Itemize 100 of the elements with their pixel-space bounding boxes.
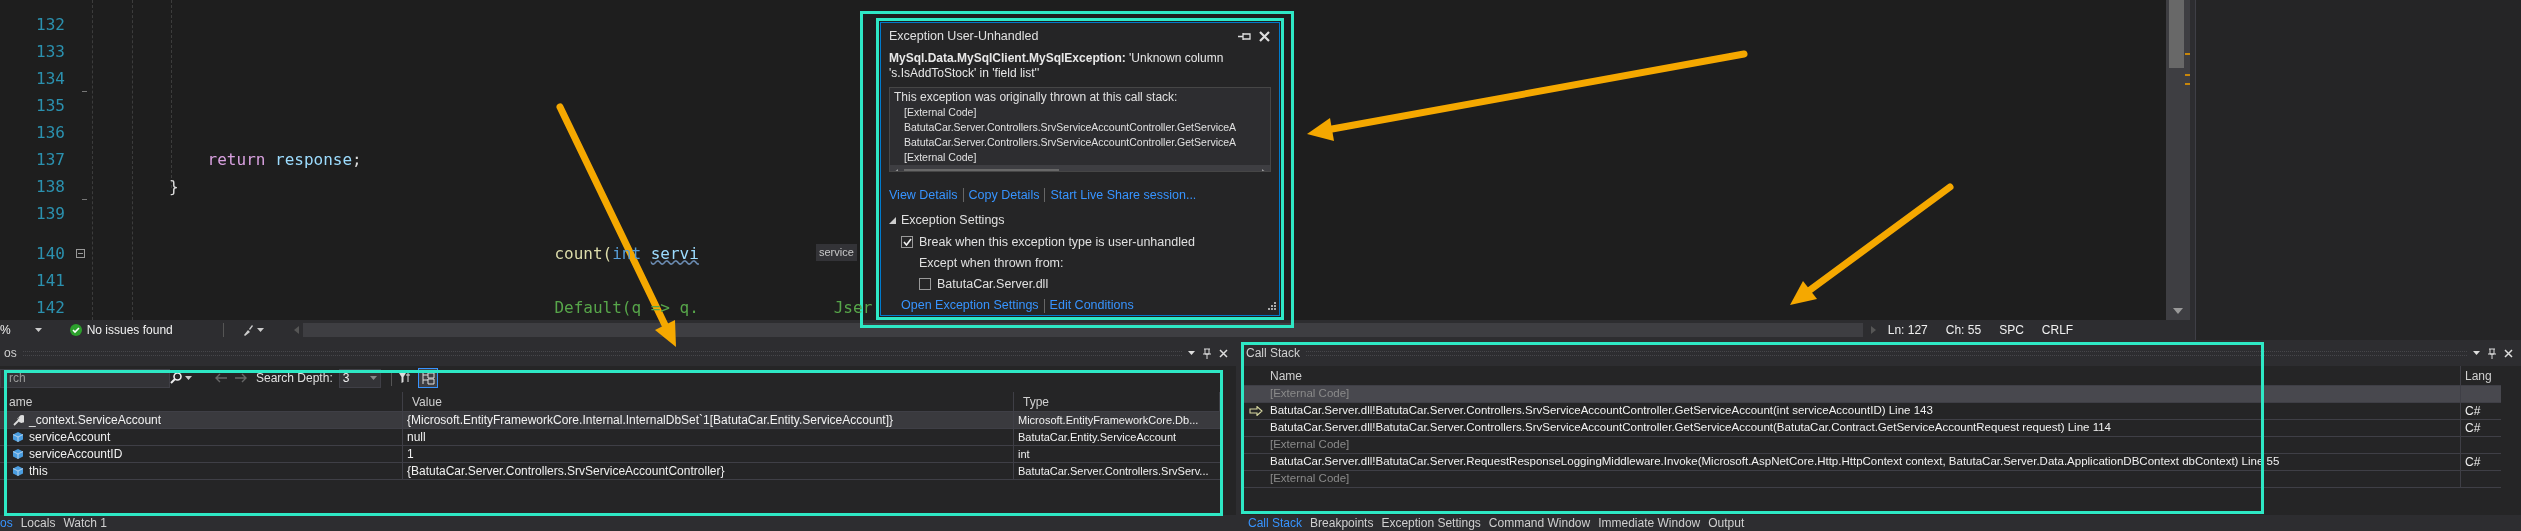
wrench-icon [12, 414, 24, 426]
table-cell-text: this [29, 463, 48, 480]
table-cell-text: {BatutaCar.Server.Controllers.SrvServiceAccountController} [407, 463, 725, 480]
scroll-marker [2185, 74, 2190, 76]
code-line: return response; [207, 148, 362, 171]
zoom-level[interactable]: % [0, 321, 11, 339]
status-text: Ln: 127 [1887, 322, 1928, 339]
line-number: 137 [35, 148, 65, 171]
resize-grip-icon[interactable] [1266, 302, 1276, 312]
stack-line: [External Code] [904, 149, 977, 165]
table-cell-text: [External Code] [1270, 437, 1350, 453]
table-icon [420, 371, 435, 385]
collapse-icon[interactable] [76, 249, 85, 258]
line-number: 134 [35, 67, 65, 90]
scrollbar[interactable] [302, 323, 1863, 337]
table-row[interactable]: this {BatutaCar.Server.Controllers.SrvServiceAccountController} BatutaCar.Server.Controllers.SrvServ... [0, 463, 1220, 480]
line-number: 140 [35, 242, 65, 265]
dropdown-icon[interactable] [2473, 351, 2480, 355]
table-cell-text: C# [2465, 420, 2481, 437]
pin-icon[interactable] [1203, 347, 1211, 359]
scroll-marker [2185, 83, 2190, 85]
table-cell-text: BatutaCar.Server.dll!BatutaCar.Server.Controllers.SrvServiceAccountController.GetServiceAccount(int serviceAccountID) Line 143 [1270, 403, 1933, 419]
stack-intro: This exception was originally thrown at this call stack: [894, 89, 1178, 105]
tab[interactable]: Call Stack [1248, 514, 1303, 531]
table-cell-text: 1 [407, 446, 414, 463]
stack-line: BatutaCar.Server.Controllers.SrvServiceAccountController.GetServiceA [904, 119, 1237, 135]
table-cell: Microsoft.EntityFrameworkCore.Db... [1018, 412, 1199, 428]
table-cell-text: C# [2465, 403, 2481, 420]
dropdown-icon [369, 376, 377, 380]
table-row[interactable]: serviceAccountID 1 int [0, 446, 1220, 463]
checkbox[interactable]: BatutaCar.Server.dll [919, 274, 1271, 294]
table-row[interactable]: BatutaCar.Server.dll!BatutaCar.Server.Controllers.SrvServiceAccountController.GetServiceAccount(int serviceAccountID) Line 143 C# [1242, 403, 2501, 420]
pin-icon[interactable] [2488, 347, 2496, 359]
status-text: Ch: 55 [1945, 322, 1982, 339]
tab[interactable]: Output [1708, 514, 1745, 531]
line-number: 132 [35, 13, 65, 36]
search-icon[interactable] [170, 372, 182, 384]
scroll-marker [2185, 53, 2190, 55]
close-icon[interactable] [2504, 348, 2513, 358]
table-cell: int [1018, 446, 1030, 462]
pin-icon[interactable] [1238, 31, 1251, 41]
link[interactable]: Start Live Share session... [1050, 185, 1197, 205]
column-header[interactable]: Value [403, 392, 1014, 411]
scroll-thumb[interactable] [2169, 0, 2184, 68]
dropdown-icon[interactable] [34, 328, 42, 332]
check-icon [69, 324, 82, 336]
table-cell-text: serviceAccount [29, 429, 111, 446]
table-cell-text: _context.ServiceAccount [29, 412, 162, 429]
label: Except when thrown from: [919, 254, 1064, 272]
table-cell-text: serviceAccountID [29, 446, 123, 463]
table-row[interactable]: _context.ServiceAccount {Microsoft.EntityFrameworkCore.Internal.InternalDbSet`1[BatutaCar.Entity.ServiceAccount]} Microsoft.EntityFrameworkCore.Db... [0, 412, 1220, 429]
table-cell-text: {Microsoft.EntityFrameworkCore.Internal.InternalDbSet`1[BatutaCar.Entity.ServiceAccount]} [407, 412, 893, 429]
tab[interactable]: Exception Settings [1381, 514, 1481, 531]
popup-title: Exception User-Unhandled [889, 28, 1040, 46]
line-number: 141 [35, 269, 65, 292]
close-icon[interactable] [1259, 30, 1270, 42]
column-header[interactable]: Name [1242, 366, 2461, 385]
tab[interactable]: Watch 1 [63, 514, 107, 531]
forward-icon[interactable] [234, 373, 248, 383]
table-row[interactable]: [External Code] [1242, 437, 2501, 454]
code-line: } [169, 175, 179, 198]
link[interactable]: Edit Conditions [1049, 296, 1134, 315]
column-header[interactable]: Lang [2461, 366, 2501, 385]
link[interactable]: Open Exception Settings [901, 296, 1039, 315]
table-row[interactable]: BatutaCar.Server.dll!BatutaCar.Server.Controllers.SrvServiceAccountController.GetServiceAccount(BatutaCar.Contract.GetServiceAccountRequest request) Line 114 C# [1242, 420, 2501, 437]
collapse-triangle-icon[interactable] [889, 217, 896, 225]
tab[interactable]: Command Window [1488, 514, 1591, 531]
line-number: 136 [35, 121, 65, 144]
tab[interactable]: Locals [20, 514, 56, 531]
exception-message: MySql.Data.MySqlClient.MySqlException: 'Unknown column 's.IsAddToStock' in 'field list'' [889, 50, 1225, 81]
table-row[interactable]: serviceAccount null BatutaCar.Entity.ServiceAccount [0, 429, 1220, 446]
tab[interactable]: Immediate Window [1598, 514, 1701, 531]
brush-icon[interactable] [241, 324, 254, 336]
dropdown-icon[interactable] [1188, 351, 1195, 355]
table-row[interactable]: [External Code] [1242, 471, 2501, 488]
column-header[interactable]: Type [1014, 392, 1220, 411]
check-icon [902, 238, 912, 247]
parameter-hint: service [816, 244, 857, 261]
dropdown-icon[interactable] [185, 376, 192, 380]
link[interactable]: Copy Details [968, 185, 1040, 205]
line-number: 135 [35, 94, 65, 117]
stack-line: BatutaCar.Server.Controllers.SrvServiceAccountController.GetServiceA [904, 134, 1237, 150]
tab[interactable]: Breakpoints [1310, 514, 1374, 531]
table-cell-text: null [407, 429, 426, 446]
issues-status[interactable]: No issues found [86, 321, 173, 339]
scroll-down-icon[interactable] [2173, 308, 2183, 314]
column-header[interactable]: ame [0, 392, 403, 411]
tab[interactable]: os [0, 514, 13, 531]
back-icon[interactable] [214, 373, 228, 383]
section-title[interactable]: Exception Settings [901, 211, 1005, 230]
dropdown-icon[interactable] [256, 328, 264, 332]
line-number: 142 [35, 296, 65, 319]
checkbox[interactable]: Break when this exception type is user-unhandled [901, 233, 1271, 252]
scrollbar[interactable] [2166, 0, 2190, 320]
status-text: CRLF [2041, 322, 2074, 339]
stack-line: [External Code] [904, 104, 977, 120]
status-text: SPC [1999, 322, 2024, 339]
close-icon[interactable] [1219, 348, 1228, 358]
line-number: 133 [35, 40, 65, 63]
link[interactable]: View Details [889, 185, 958, 205]
